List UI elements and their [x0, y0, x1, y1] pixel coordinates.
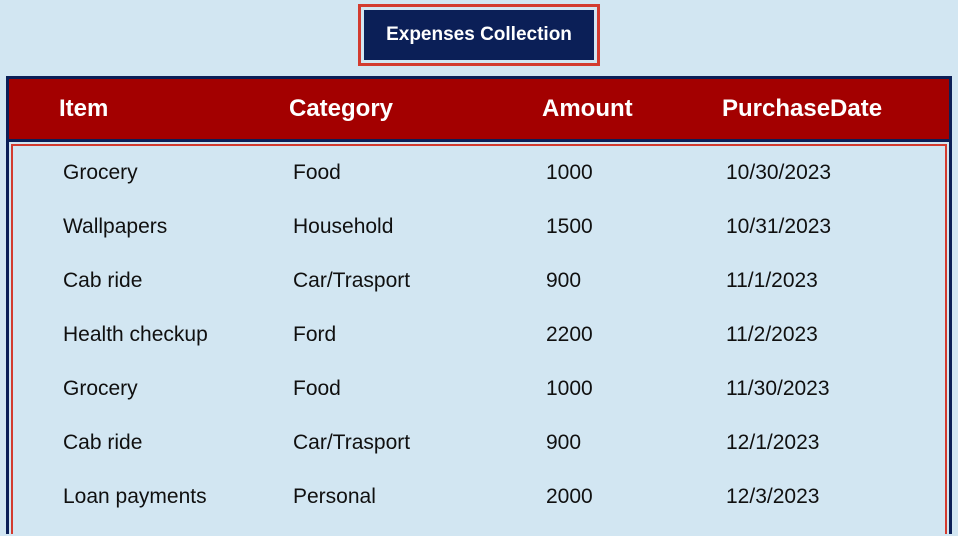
table-body: Grocery Food 1000 10/30/2023 Wallpapers … — [11, 144, 947, 534]
cell-category: Household — [293, 215, 546, 239]
cell-item: Cab ride — [63, 431, 293, 455]
cell-item: Grocery — [63, 161, 293, 185]
table-row: Health checkup Ford 2200 11/2/2023 — [13, 308, 945, 362]
cell-date: 10/30/2023 — [726, 161, 945, 185]
cell-date: 11/2/2023 — [726, 323, 945, 347]
cell-date: 12/3/2023 — [726, 485, 945, 509]
cell-amount: 1000 — [546, 161, 726, 185]
table-row: Grocery Food 1000 10/30/2023 — [13, 146, 945, 200]
table-row: Cab ride Car/Trasport 900 12/1/2023 — [13, 416, 945, 470]
header-item: Item — [59, 95, 289, 123]
cell-amount: 2000 — [546, 485, 726, 509]
cell-category: Car/Trasport — [293, 431, 546, 455]
cell-amount: 1500 — [546, 215, 726, 239]
cell-date: 10/31/2023 — [726, 215, 945, 239]
cell-date: 11/1/2023 — [726, 269, 945, 293]
cell-item: Health checkup — [63, 323, 293, 347]
expenses-collection-button[interactable]: Expenses Collection — [364, 10, 594, 60]
title-outline: Expenses Collection — [358, 4, 600, 66]
cell-category: Car/Trasport — [293, 269, 546, 293]
table-row: Cab ride Car/Trasport 900 11/1/2023 — [13, 254, 945, 308]
header-purchase-date: PurchaseDate — [722, 95, 949, 123]
cell-amount: 1000 — [546, 377, 726, 401]
cell-amount: 2200 — [546, 323, 726, 347]
cell-item: Cab ride — [63, 269, 293, 293]
cell-category: Food — [293, 377, 546, 401]
cell-amount: 900 — [546, 431, 726, 455]
cell-category: Food — [293, 161, 546, 185]
header-amount: Amount — [542, 95, 722, 123]
cell-amount: 900 — [546, 269, 726, 293]
cell-date: 12/1/2023 — [726, 431, 945, 455]
expenses-table: Item Category Amount PurchaseDate Grocer… — [6, 76, 952, 534]
cell-item: Grocery — [63, 377, 293, 401]
header-category: Category — [289, 95, 542, 123]
table-row: Grocery Food 1000 11/30/2023 — [13, 362, 945, 416]
table-header-row: Item Category Amount PurchaseDate — [9, 79, 949, 142]
cell-category: Ford — [293, 323, 546, 347]
cell-date: 11/30/2023 — [726, 377, 945, 401]
table-row: Wallpapers Household 1500 10/31/2023 — [13, 200, 945, 254]
cell-category: Personal — [293, 485, 546, 509]
cell-item: Wallpapers — [63, 215, 293, 239]
table-row: Loan payments Personal 2000 12/3/2023 — [13, 470, 945, 524]
cell-item: Loan payments — [63, 485, 293, 509]
